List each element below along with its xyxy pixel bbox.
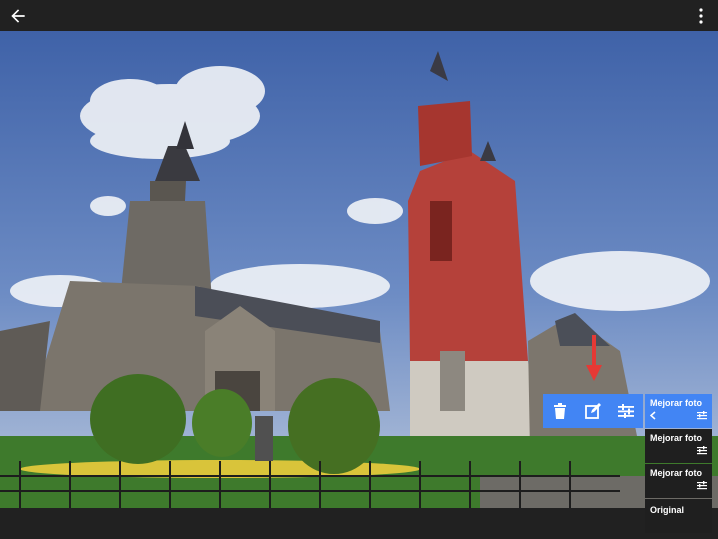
top-app-bar [0, 0, 718, 31]
sliders-icon [618, 404, 635, 418]
red-arrow-icon [586, 335, 602, 381]
adjust-button[interactable] [613, 398, 639, 424]
chevron-left-icon[interactable] [650, 411, 656, 420]
filter-label: Mejorar foto [650, 468, 703, 478]
filter-label: Mejorar foto [650, 398, 703, 408]
photo-view[interactable] [0, 31, 718, 508]
filter-option-enhance-3[interactable]: Mejorar foto [645, 464, 712, 498]
photo-image [0, 31, 718, 508]
sliders-icon [697, 446, 707, 455]
edit-button[interactable] [580, 398, 606, 424]
filter-label: Original [650, 505, 685, 515]
filter-option-enhance-2[interactable]: Mejorar foto [645, 429, 712, 463]
sliders-icon [697, 411, 707, 420]
filter-label: Mejorar foto [650, 433, 703, 443]
delete-button[interactable] [547, 398, 573, 424]
edit-icon [585, 403, 601, 419]
edit-toolbar [543, 394, 643, 428]
sliders-icon [697, 481, 707, 490]
filter-option-enhance-1[interactable]: Mejorar foto [645, 394, 712, 428]
bottom-bar [0, 508, 718, 539]
filter-option-original[interactable]: Original [645, 499, 712, 533]
back-arrow-icon[interactable] [8, 6, 28, 26]
more-vert-icon[interactable] [694, 7, 708, 25]
trash-icon [553, 403, 566, 419]
